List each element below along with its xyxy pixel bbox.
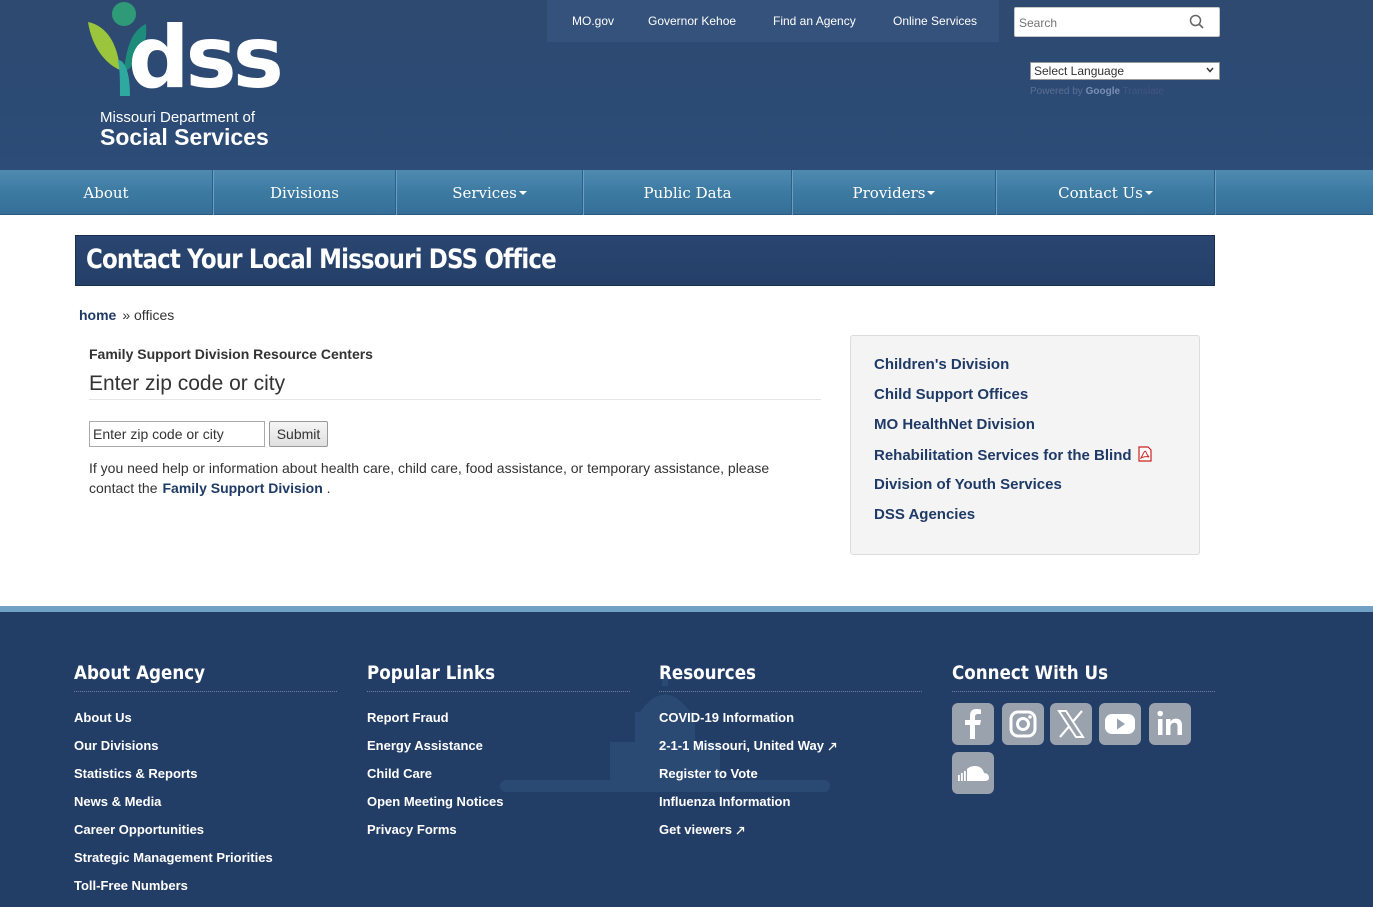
footer-item-get-viewers: Get viewers bbox=[659, 822, 745, 837]
external-link-icon bbox=[736, 826, 745, 835]
instagram-icon[interactable] bbox=[1002, 703, 1044, 745]
search-box bbox=[1014, 7, 1220, 37]
section-title: Family Support Division Resource Centers bbox=[89, 346, 373, 362]
site-header: dss Missouri Department of Social Servic… bbox=[0, 0, 1373, 170]
google-brand: Google bbox=[1085, 86, 1121, 97]
search-input[interactable] bbox=[1019, 13, 1179, 33]
utility-bar: MO.gov Governor Kehoe Find an Agency Onl… bbox=[547, 0, 999, 42]
breadcrumb-home-link[interactable]: home bbox=[79, 307, 116, 323]
sidebox-link-dss-agencies[interactable]: DSS Agencies bbox=[874, 506, 975, 523]
pdf-icon bbox=[1137, 446, 1152, 462]
sidebox-item-rehab-blind: Rehabilitation Services for the Blind bbox=[874, 446, 1153, 464]
footer-link-open-meeting[interactable]: Open Meeting Notices bbox=[367, 794, 504, 809]
language-select[interactable]: Select Language bbox=[1030, 62, 1220, 80]
external-link-icon bbox=[828, 742, 837, 751]
footer-link-register-vote[interactable]: Register to Vote bbox=[659, 766, 758, 781]
sidebox-link-child-support[interactable]: Child Support Offices bbox=[874, 386, 1028, 403]
related-links-box: Children's Division Child Support Office… bbox=[850, 335, 1200, 555]
util-link-online-services[interactable]: Online Services bbox=[893, 14, 977, 28]
language-select-label: Select Language bbox=[1034, 64, 1125, 78]
util-link-mo-gov[interactable]: MO.gov bbox=[572, 14, 614, 28]
footer-link-strategic[interactable]: Strategic Management Priorities bbox=[74, 850, 273, 865]
soundcloud-icon[interactable] bbox=[952, 752, 994, 794]
site-footer: About Agency About Us Our Divisions Stat… bbox=[0, 612, 1373, 907]
nav-item-about[interactable]: About bbox=[0, 170, 213, 215]
footer-link-news-media[interactable]: News & Media bbox=[74, 794, 161, 809]
util-link-governor[interactable]: Governor Kehoe bbox=[648, 14, 736, 28]
nav-item-label: Divisions bbox=[270, 183, 339, 202]
main-nav: About Divisions Services Public Data Pro… bbox=[0, 170, 1373, 215]
footer-heading-about: About Agency bbox=[74, 662, 206, 684]
footer-link-about-us[interactable]: About Us bbox=[74, 710, 132, 725]
nav-item-label: About bbox=[83, 183, 129, 202]
footer-link-energy[interactable]: Energy Assistance bbox=[367, 738, 483, 753]
divider bbox=[89, 399, 821, 400]
footer-link-report-fraud[interactable]: Report Fraud bbox=[367, 710, 449, 725]
sidebox-link-youth-services[interactable]: Division of Youth Services bbox=[874, 476, 1062, 493]
footer-link-privacy-forms[interactable]: Privacy Forms bbox=[367, 822, 457, 837]
facebook-icon[interactable] bbox=[952, 703, 994, 745]
footer-link-211[interactable]: 2-1-1 Missouri, United Way bbox=[659, 738, 824, 753]
dss-logo[interactable]: dss Missouri Department of Social Servic… bbox=[84, 0, 284, 158]
zip-heading: Enter zip code or city bbox=[89, 372, 286, 395]
breadcrumb-current: » offices bbox=[122, 307, 175, 323]
breadcrumb: home » offices bbox=[79, 307, 174, 323]
nav-item-public-data[interactable]: Public Data bbox=[583, 170, 792, 215]
caret-down-icon bbox=[927, 190, 936, 195]
footer-heading-resources: Resources bbox=[659, 662, 757, 684]
footer-link-our-divisions[interactable]: Our Divisions bbox=[74, 738, 159, 753]
logo-wordmark: dss bbox=[128, 8, 284, 108]
sidebox-link-childrens-division[interactable]: Children's Division bbox=[874, 356, 1009, 373]
help-text-end: . bbox=[326, 480, 331, 496]
nav-item-label: Services bbox=[452, 183, 517, 202]
zip-city-input[interactable] bbox=[89, 421, 265, 447]
nav-item-label: Public Data bbox=[643, 183, 732, 202]
divider bbox=[952, 691, 1215, 692]
footer-link-child-care[interactable]: Child Care bbox=[367, 766, 432, 781]
family-support-link[interactable]: Family Support Division bbox=[163, 480, 323, 496]
help-paragraph: If you need help or information about he… bbox=[89, 458, 789, 498]
sidebox-link-rehab-blind[interactable]: Rehabilitation Services for the Blind bbox=[874, 447, 1132, 464]
caret-down-icon bbox=[1144, 190, 1153, 195]
powered-by-google: Powered by Google Translate bbox=[1030, 86, 1164, 97]
x-icon[interactable] bbox=[1050, 703, 1092, 745]
footer-heading-connect: Connect With Us bbox=[952, 662, 1109, 684]
youtube-icon[interactable] bbox=[1099, 703, 1141, 745]
translate-text[interactable]: Translate bbox=[1123, 86, 1164, 97]
powered-by-text: Powered by bbox=[1030, 86, 1083, 97]
footer-link-statistics[interactable]: Statistics & Reports bbox=[74, 766, 198, 781]
search-icon[interactable] bbox=[1188, 13, 1206, 31]
footer-item-211: 2-1-1 Missouri, United Way bbox=[659, 738, 837, 753]
nav-item-label: Providers bbox=[852, 183, 926, 202]
submit-button[interactable]: Submit bbox=[269, 421, 328, 447]
footer-heading-popular: Popular Links bbox=[367, 662, 496, 684]
page-title-banner: Contact Your Local Missouri DSS Office bbox=[75, 235, 1215, 286]
divider bbox=[659, 691, 922, 692]
nav-item-providers[interactable]: Providers bbox=[792, 170, 996, 215]
sidebox-link-mo-healthnet[interactable]: MO HealthNet Division bbox=[874, 416, 1035, 433]
page-title: Contact Your Local Missouri DSS Office bbox=[86, 244, 557, 275]
footer-link-careers[interactable]: Career Opportunities bbox=[74, 822, 204, 837]
chevron-down-icon bbox=[1206, 67, 1214, 73]
nav-item-divisions[interactable]: Divisions bbox=[213, 170, 396, 215]
nav-item-services[interactable]: Services bbox=[396, 170, 583, 215]
caret-down-icon bbox=[518, 190, 527, 195]
nav-filler bbox=[1215, 170, 1373, 215]
logo-social-services-line: Social Services bbox=[100, 124, 269, 150]
nav-item-label: Contact Us bbox=[1058, 183, 1143, 202]
nav-item-contact-us[interactable]: Contact Us bbox=[996, 170, 1215, 215]
footer-link-get-viewers[interactable]: Get viewers bbox=[659, 822, 732, 837]
linkedin-icon[interactable] bbox=[1149, 703, 1191, 745]
util-link-find-agency[interactable]: Find an Agency bbox=[773, 14, 856, 28]
divider bbox=[367, 691, 630, 692]
footer-link-covid[interactable]: COVID-19 Information bbox=[659, 710, 794, 725]
divider bbox=[74, 691, 337, 692]
footer-link-toll-free[interactable]: Toll-Free Numbers bbox=[74, 878, 188, 893]
footer-link-influenza[interactable]: Influenza Information bbox=[659, 794, 790, 809]
